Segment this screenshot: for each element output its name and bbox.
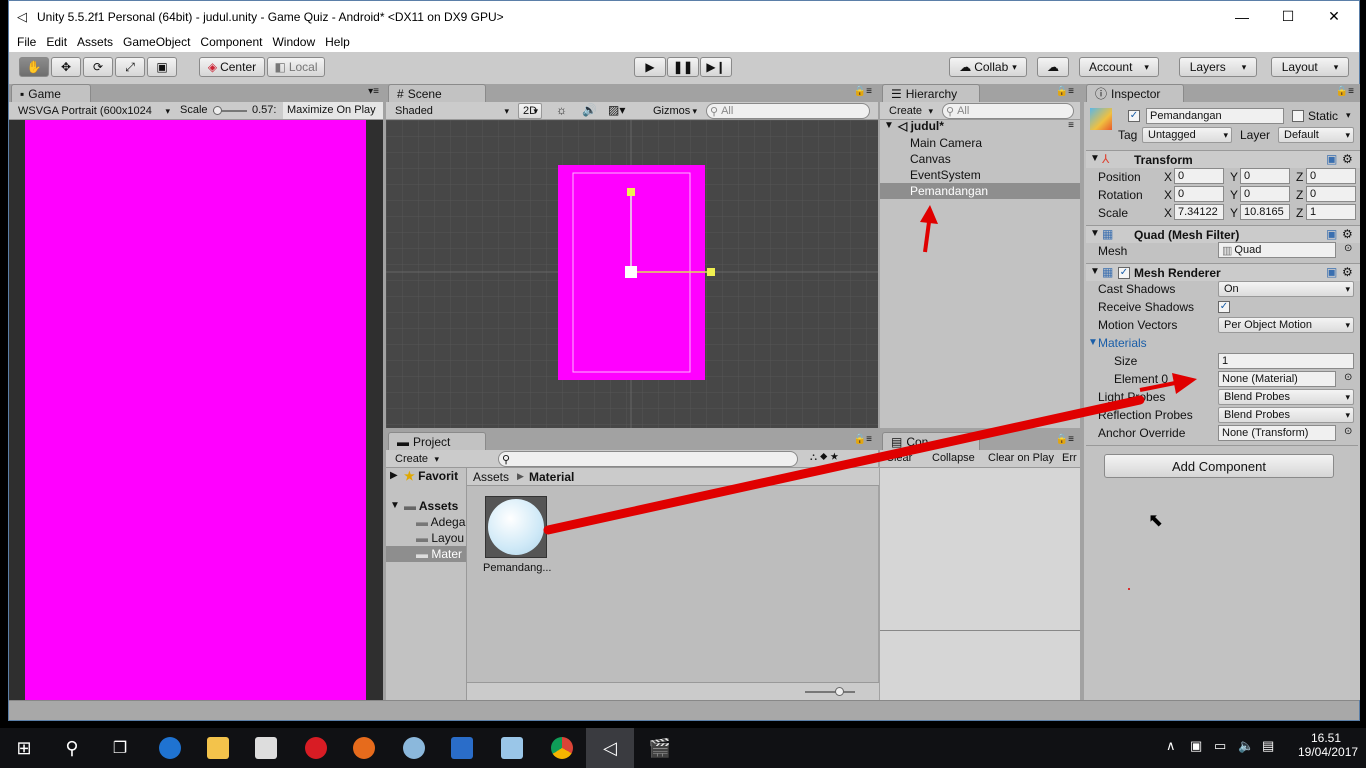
edge-icon: [159, 737, 181, 759]
movie-maker-button[interactable]: 🎬: [636, 728, 684, 768]
tray-device-icon[interactable]: ▣: [1190, 738, 1202, 754]
palette-icon: [403, 737, 425, 759]
annotation-arrow-hierarchy: [920, 205, 938, 253]
firefox-button[interactable]: [340, 728, 388, 768]
battery-icon[interactable]: ▭: [1214, 738, 1226, 754]
annotation-overlay: [543, 205, 1197, 590]
clock[interactable]: 16.51 19/04/2017: [1298, 731, 1359, 759]
edge-button[interactable]: [146, 728, 194, 768]
chrome-button[interactable]: [538, 728, 586, 768]
calculator-icon: [451, 737, 473, 759]
calculator-button[interactable]: [438, 728, 486, 768]
paint-button[interactable]: [390, 728, 438, 768]
volume-icon[interactable]: 🔈: [1238, 738, 1254, 754]
store-icon: [255, 737, 277, 759]
notepad-button[interactable]: [488, 728, 536, 768]
folder-icon: [207, 737, 229, 759]
opera-button[interactable]: [292, 728, 340, 768]
start-button[interactable]: ⊞: [0, 728, 48, 768]
firefox-icon: [353, 737, 375, 759]
unity-taskbar-button[interactable]: ◁: [586, 728, 634, 768]
task-view-button[interactable]: ❐: [96, 728, 144, 768]
store-button[interactable]: [242, 728, 290, 768]
search-button[interactable]: ⚲: [48, 728, 96, 768]
notepad-icon: [501, 737, 523, 759]
chrome-icon: [551, 737, 573, 759]
tray-chevron-up-icon[interactable]: ∧: [1166, 738, 1176, 754]
clock-time: 16.51: [1310, 731, 1342, 745]
search-icon: ⚲: [65, 737, 79, 758]
clapperboard-icon: 🎬: [648, 737, 672, 758]
task-view-icon: ❐: [112, 740, 128, 757]
clock-date: 19/04/2017: [1298, 745, 1359, 759]
unity-logo-icon: ◁: [603, 737, 617, 758]
windows-logo-icon: ⊞: [16, 737, 32, 758]
file-explorer-button[interactable]: [194, 728, 242, 768]
annotation-arrow-drag: [543, 395, 1145, 535]
notification-icon[interactable]: ▤: [1262, 738, 1274, 754]
opera-icon: [305, 737, 327, 759]
annotation-dot: [1128, 588, 1130, 590]
annotation-arrow-inspector: [1139, 373, 1197, 394]
